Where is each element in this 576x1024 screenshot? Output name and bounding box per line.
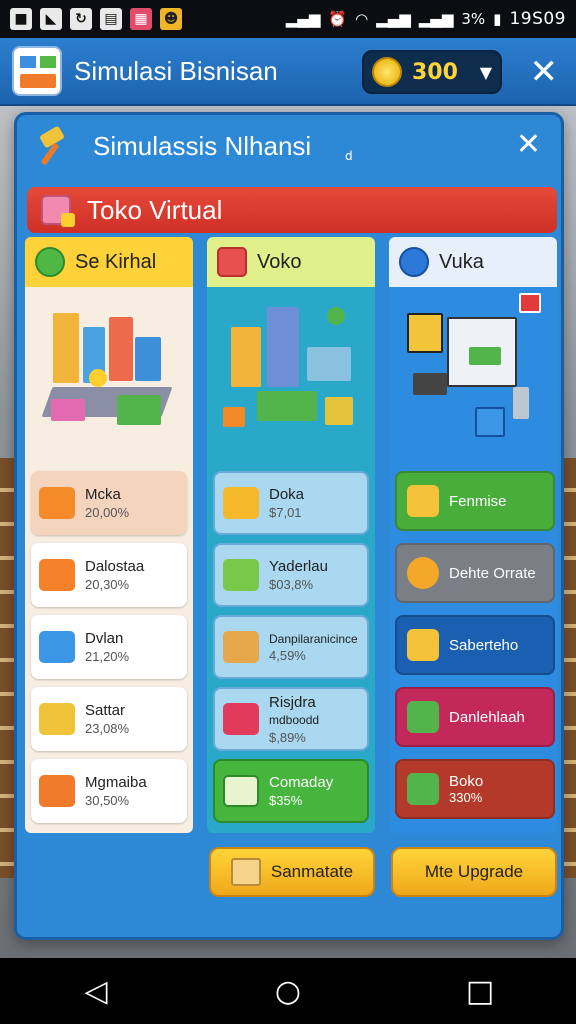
option-button[interactable]: Dehte Orrate	[395, 543, 555, 603]
list-item[interactable]: Dvlan 21,20%	[31, 615, 187, 679]
back-icon[interactable]: ◁	[66, 966, 126, 1016]
title-mark: d	[345, 149, 353, 163]
gift-box-icon	[41, 195, 75, 227]
cart-blue-icon	[39, 631, 75, 663]
battery-text: 3%	[461, 10, 486, 28]
data-icon: ▂▄▆	[376, 10, 411, 28]
shopping-cart-icon	[39, 559, 75, 591]
option-button[interactable]: Boko 330%	[395, 759, 555, 819]
app-title: Simulasi Bisnisan	[74, 55, 278, 86]
list-item[interactable]: Danpilaranicince 4,59%	[213, 615, 369, 679]
option-button[interactable]: Saberteho	[395, 615, 555, 675]
red-box-icon	[223, 703, 259, 735]
green-box-icon	[223, 559, 259, 591]
app-icon: ↻	[70, 8, 92, 30]
notification-icon: ■	[10, 8, 32, 30]
close-badge-icon	[519, 293, 541, 313]
upgrade-button[interactable]: Mte Upgrade	[391, 847, 557, 897]
box-check-icon	[223, 775, 259, 807]
column-2: Voko Doka $7,01 Yaderlau $03,8% Danpilaran…	[207, 237, 375, 833]
simulate-button-label: Sanmatate	[270, 862, 354, 881]
cube-icon	[217, 247, 247, 277]
list-item[interactable]: Yaderlau $03,8%	[213, 543, 369, 607]
store-banner: Toko Virtual	[27, 187, 557, 233]
banner-title: Toko Virtual	[87, 194, 223, 225]
hand-coin-icon	[223, 487, 259, 519]
column-1-header[interactable]: Se Kirhal	[25, 237, 193, 287]
game-icon-1: ▦	[130, 8, 152, 30]
check-circle-icon	[35, 247, 65, 277]
signal-icon-2: ▂▄▆	[418, 10, 454, 28]
option-button[interactable]: Fenmise	[395, 471, 555, 531]
signal-icon: ▂▄▆	[285, 10, 321, 28]
city-illustration	[207, 287, 375, 463]
photos-icon: ◣	[40, 8, 62, 30]
coin-icon	[372, 57, 402, 87]
gear-icon	[407, 557, 439, 589]
package-icon	[223, 631, 259, 663]
home-icon[interactable]: ○	[258, 966, 318, 1016]
status-bar: ■ ◣ ↻ ▤ ▦ ☻ ▂▄▆ ⏰ ◠ ▂▄▆ ▂▄▆ 3% ▮ 19S09	[0, 0, 576, 38]
modal-close-icon[interactable]: ✕	[516, 127, 541, 162]
app-logo	[12, 46, 62, 96]
simulate-button[interactable]: Sanmatate	[209, 847, 375, 897]
column-1: Se Kirhal Mcka 20,00% Dalostaa 20,30% Dvla…	[25, 237, 193, 833]
column-3-title: Vuka	[439, 250, 484, 273]
trolley-icon	[39, 703, 75, 735]
pen-icon	[407, 701, 439, 733]
machine-illustration	[389, 287, 557, 463]
battery-icon: ▮	[493, 10, 502, 28]
column-2-title: Voko	[257, 250, 302, 273]
wifi-icon: ◠	[355, 10, 369, 28]
simulation-modal: Simulassis Nlhansi d ✕ Toko Virtual Se K…	[14, 112, 564, 940]
cart-icon	[407, 629, 439, 661]
plant-icon	[407, 773, 439, 805]
list-item[interactable]: Mgmaiba 30,50%	[31, 759, 187, 823]
column-3: Vuka Fenmise Dehte Orrate Saberteho Danl…	[389, 237, 557, 833]
column-3-header[interactable]: Vuka	[389, 237, 557, 287]
app-bar: Simulasi Bisnisan 300 ▼ ✕	[0, 38, 576, 106]
warehouse-illustration	[25, 287, 193, 463]
column-1-title: Se Kirhal	[75, 250, 157, 273]
message-icon: ▤	[100, 8, 122, 30]
recents-icon[interactable]: □	[450, 966, 510, 1016]
leaf-icon	[407, 485, 439, 517]
upgrade-button-label: Mte Upgrade	[424, 862, 524, 881]
alarm-icon: ⏰	[328, 10, 348, 28]
modal-header: Simulassis Nlhansi d ✕	[17, 115, 561, 177]
check-badge-icon	[399, 247, 429, 277]
hammer-icon	[33, 126, 73, 166]
clock: 19S09	[509, 9, 566, 29]
list-item[interactable]: Risjdra mdboodd $,89%	[213, 687, 369, 751]
list-item[interactable]: Doka $7,01	[213, 471, 369, 535]
coin-count: 300	[412, 59, 458, 85]
crate-cart-icon	[39, 775, 75, 807]
modal-title: Simulassis Nlhansi	[93, 130, 312, 161]
close-icon[interactable]: ✕	[530, 52, 559, 92]
column-2-header[interactable]: Voko	[207, 237, 375, 287]
navigation-bar: ◁ ○ □	[0, 958, 576, 1024]
list-item[interactable]: Sattar 23,08%	[31, 687, 187, 751]
arrow-box-icon	[39, 487, 75, 519]
list-item[interactable]: Dalostaa 20,30%	[31, 543, 187, 607]
option-button[interactable]: Danlehlaah	[395, 687, 555, 747]
list-item[interactable]: Comaday $35%	[213, 759, 369, 823]
game-icon-2: ☻	[160, 8, 182, 30]
coin-balance[interactable]: 300 ▼	[362, 50, 502, 94]
box-icon	[230, 858, 261, 886]
chevron-down-icon[interactable]: ▼	[480, 63, 492, 82]
list-item[interactable]: Mcka 20,00%	[31, 471, 187, 535]
